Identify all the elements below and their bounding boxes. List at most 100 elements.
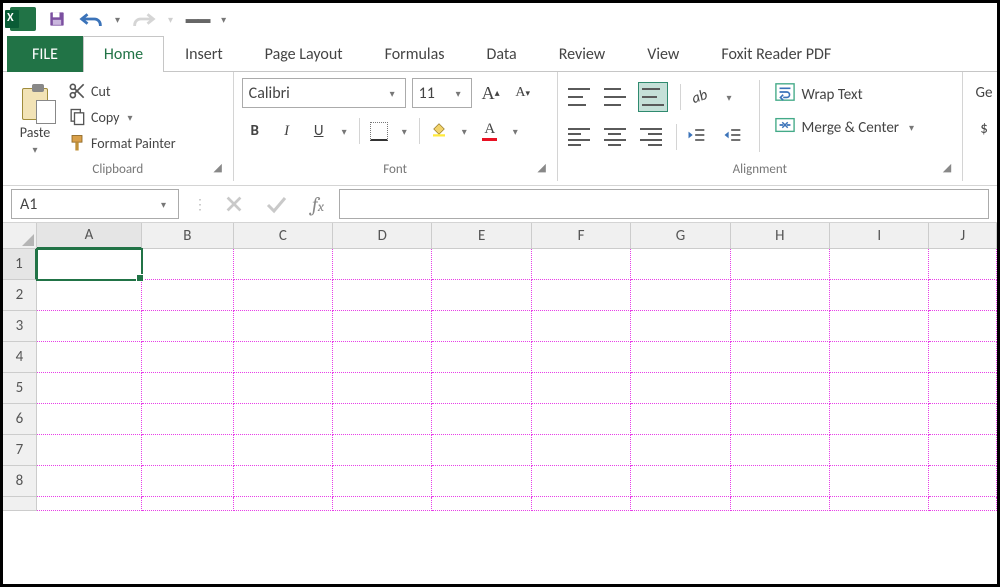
cell[interactable] — [142, 280, 233, 311]
font-color-dropdown[interactable]: ▾ — [509, 125, 522, 138]
cell[interactable] — [731, 280, 830, 311]
font-color-button[interactable]: A — [477, 118, 503, 144]
align-center-button[interactable] — [602, 124, 628, 150]
cell[interactable] — [631, 311, 730, 342]
cut-button[interactable]: Cut — [67, 78, 176, 104]
tab-file[interactable]: FILE — [7, 36, 83, 72]
cell[interactable] — [234, 466, 333, 497]
cell[interactable] — [333, 404, 432, 435]
cell[interactable] — [830, 342, 929, 373]
tab-insert[interactable]: Insert — [164, 36, 244, 72]
alignment-dialog-launcher[interactable]: ◢ — [940, 161, 954, 175]
currency-partial[interactable]: $ — [980, 120, 988, 138]
cell[interactable] — [929, 497, 997, 511]
cell[interactable] — [142, 249, 233, 280]
tab-home[interactable]: Home — [83, 36, 164, 72]
cell[interactable] — [37, 404, 142, 435]
row-header[interactable]: 2 — [3, 280, 37, 311]
merge-dropdown[interactable]: ▾ — [905, 121, 918, 134]
cell[interactable] — [37, 466, 142, 497]
row-header[interactable]: 3 — [3, 311, 37, 342]
column-header[interactable]: A — [37, 223, 142, 249]
fill-dropdown[interactable]: ▾ — [458, 125, 471, 138]
align-left-button[interactable] — [566, 124, 592, 150]
cell[interactable] — [929, 342, 997, 373]
cell[interactable] — [830, 466, 929, 497]
column-header[interactable]: G — [631, 223, 730, 249]
cell[interactable] — [830, 311, 929, 342]
redo-button[interactable] — [130, 7, 158, 31]
column-header[interactable]: I — [830, 223, 929, 249]
cell[interactable] — [731, 497, 830, 511]
cell[interactable] — [929, 280, 997, 311]
qat-customize[interactable]: ▾ — [217, 13, 230, 26]
font-dialog-launcher[interactable]: ◢ — [535, 161, 549, 175]
enter-formula-button[interactable] — [255, 188, 297, 220]
cell[interactable] — [929, 373, 997, 404]
insert-function-button[interactable]: fx — [297, 188, 339, 220]
cell[interactable] — [631, 249, 730, 280]
cell[interactable] — [37, 373, 142, 404]
tab-view[interactable]: View — [626, 36, 700, 72]
align-right-button[interactable] — [638, 124, 664, 150]
align-middle-button[interactable] — [602, 84, 628, 110]
row-header[interactable]: 6 — [3, 404, 37, 435]
cell[interactable] — [830, 280, 929, 311]
cell[interactable] — [731, 435, 830, 466]
column-header[interactable]: B — [142, 223, 233, 249]
save-button[interactable] — [43, 7, 71, 31]
cell[interactable] — [142, 497, 233, 511]
cell[interactable] — [631, 497, 730, 511]
column-header[interactable]: D — [333, 223, 432, 249]
cell[interactable] — [830, 404, 929, 435]
column-header[interactable]: H — [731, 223, 830, 249]
cell[interactable] — [631, 404, 730, 435]
cell[interactable] — [532, 249, 631, 280]
cell[interactable] — [929, 249, 997, 280]
column-header[interactable]: E — [432, 223, 531, 249]
cell[interactable] — [929, 435, 997, 466]
cell[interactable] — [631, 466, 730, 497]
cell[interactable] — [631, 373, 730, 404]
cell[interactable] — [631, 435, 730, 466]
cell[interactable] — [830, 249, 929, 280]
tab-review[interactable]: Review — [538, 36, 627, 72]
row-header[interactable]: 7 — [3, 435, 37, 466]
row-header[interactable]: 5 — [3, 373, 37, 404]
orientation-button[interactable]: ab — [680, 84, 713, 110]
cell[interactable] — [234, 373, 333, 404]
cell[interactable] — [532, 311, 631, 342]
cell[interactable] — [532, 466, 631, 497]
cell[interactable] — [234, 497, 333, 511]
cell[interactable] — [631, 280, 730, 311]
cell[interactable] — [333, 466, 432, 497]
cell[interactable] — [532, 373, 631, 404]
row-header[interactable]: 8 — [3, 466, 37, 497]
cell[interactable] — [333, 373, 432, 404]
cell[interactable] — [333, 435, 432, 466]
cell[interactable] — [333, 249, 432, 280]
cell[interactable] — [142, 311, 233, 342]
cell[interactable] — [37, 435, 142, 466]
cell[interactable] — [432, 404, 531, 435]
cell[interactable] — [432, 342, 531, 373]
clipboard-dialog-launcher[interactable]: ◢ — [211, 161, 225, 175]
cell[interactable] — [234, 280, 333, 311]
font-name-select[interactable]: Calibri▾ — [242, 78, 406, 108]
cell[interactable] — [333, 280, 432, 311]
cell[interactable] — [532, 435, 631, 466]
italic-button[interactable]: I — [274, 118, 300, 144]
cell[interactable] — [830, 497, 929, 511]
increase-indent-button[interactable] — [719, 124, 745, 150]
cell[interactable] — [532, 497, 631, 511]
number-format-partial[interactable]: Ge — [976, 84, 993, 102]
cell[interactable] — [929, 311, 997, 342]
underline-button[interactable]: U — [306, 118, 332, 144]
copy-button[interactable]: Copy ▾ — [67, 104, 176, 130]
cell[interactable] — [234, 311, 333, 342]
cell[interactable] — [37, 311, 142, 342]
column-header[interactable]: F — [532, 223, 631, 249]
cell[interactable] — [142, 466, 233, 497]
decrease-indent-button[interactable] — [676, 124, 709, 150]
cell[interactable] — [37, 249, 142, 280]
